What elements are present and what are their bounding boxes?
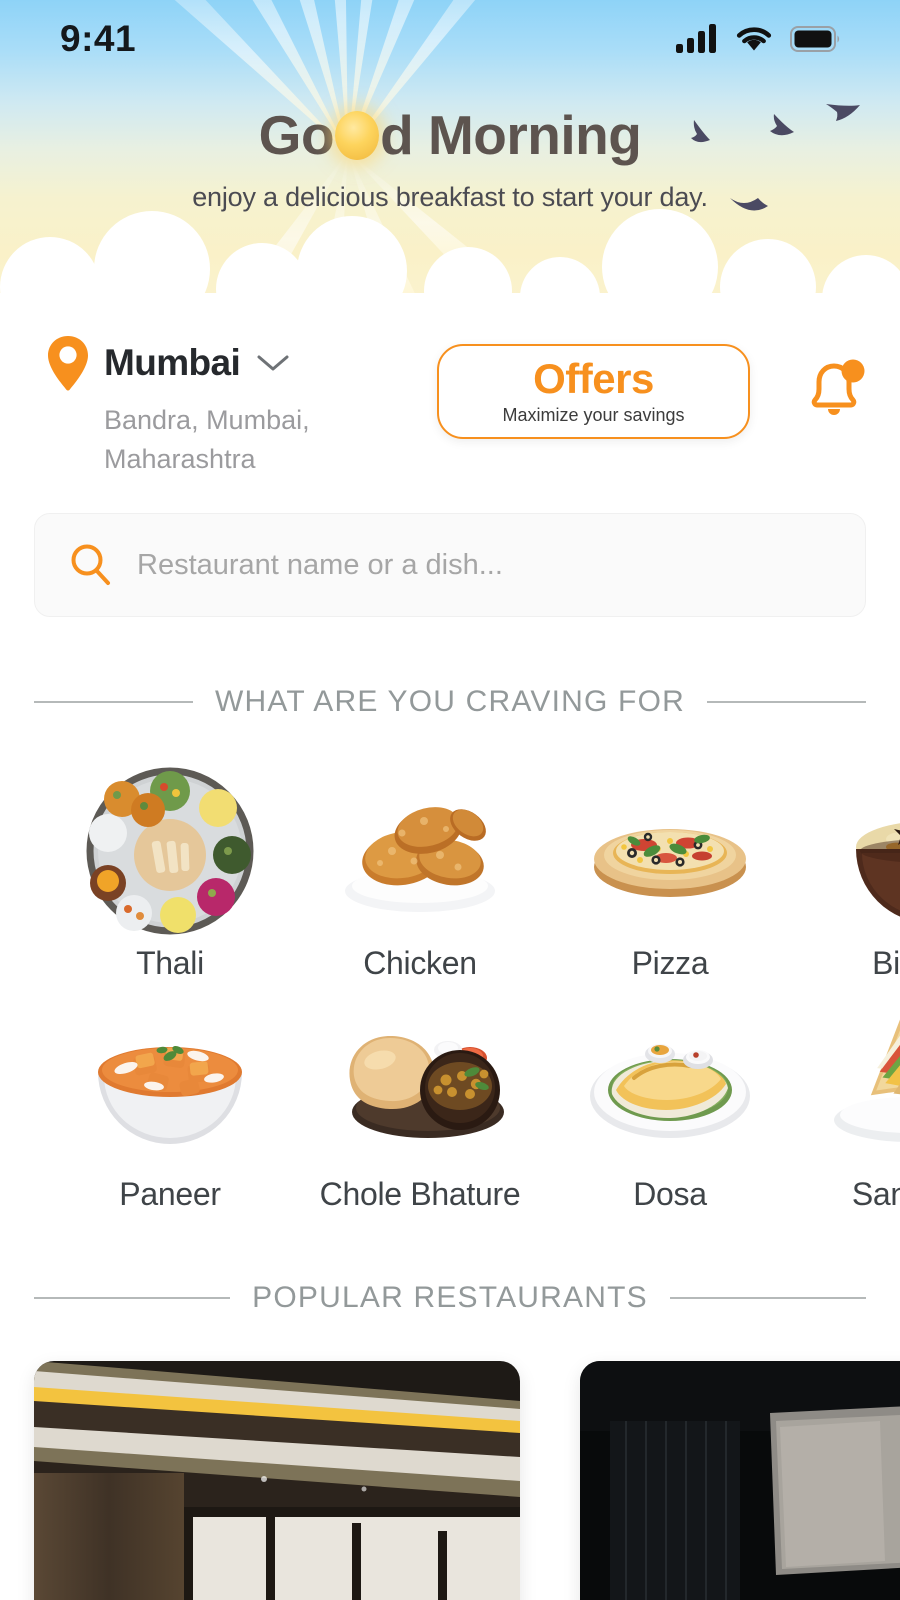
location-city-row[interactable]: Mumbai [46,334,434,392]
category-item-dosa[interactable]: Dosa [545,994,795,1213]
chevron-down-icon[interactable] [256,352,290,374]
notifications-button[interactable] [796,351,872,427]
location-offers-row: Mumbai Bandra, Mumbai, Maharashtra Offer… [0,334,900,479]
category-item-chole-bhature[interactable]: Chole Bhature [295,994,545,1213]
category-label: Pizza [631,945,709,982]
category-item-thali[interactable]: Thali [45,763,295,982]
status-bar: 9:41 [0,0,900,78]
divider-line-left [34,701,194,704]
paneer-curry-bowl-image [98,1046,242,1145]
category-label: Sandwich [851,1176,900,1213]
restaurant-card[interactable] [580,1361,900,1600]
category-label: Biryani [872,945,900,982]
popular-restaurants-list [0,1361,900,1600]
bell-icon [811,359,865,415]
offers-title: Offers [533,354,654,402]
craving-section-title: WHAT ARE YOU CRAVING FOR [215,685,685,719]
restaurant-interior-warm-lights-image [34,1361,520,1600]
greeting-text-after: d Morning [380,104,642,166]
map-pin-icon [48,336,88,391]
offers-button[interactable]: Offers Maximize your savings [437,344,750,439]
craving-section-header: WHAT ARE YOU CRAVING FOR [34,685,866,719]
status-icons [676,24,840,54]
category-label: Thali [136,945,204,982]
biryani-bowl-image [856,823,900,917]
category-item-biryani[interactable]: Biryani [795,763,900,982]
header-sky: 9:41 Go d Morning enjoy a delicious brea… [0,0,900,310]
category-label: Chicken [363,945,477,982]
divider-line-right [669,1297,866,1300]
location-address: Bandra, Mumbai, Maharashtra [104,405,310,475]
restaurant-card[interactable] [34,1361,520,1600]
search-placeholder: Restaurant name or a dish... [137,548,503,581]
divider-line-left [34,1297,231,1300]
greeting-title: Go d Morning [259,108,642,163]
popular-section-title: POPULAR RESTAURANTS [252,1281,648,1315]
popular-section-header: POPULAR RESTAURANTS [34,1281,866,1315]
category-label: Dosa [633,1176,707,1213]
category-label: Chole Bhature [319,1176,521,1213]
greeting-text-before: Go [258,104,335,166]
search-icon [71,544,110,586]
offers-subtitle: Maximize your savings [502,404,685,425]
location-selector[interactable]: Mumbai Bandra, Mumbai, Maharashtra [34,334,434,479]
wifi-icon [736,27,772,51]
app-screen: 9:41 Go d Morning enjoy a delicious brea… [0,0,900,1600]
cellular-signal-icon [676,24,716,53]
divider-line-right [706,701,866,704]
category-item-chicken[interactable]: Chicken [295,763,545,982]
status-time: 9:41 [60,18,137,59]
chole-bhature-image [349,1036,504,1139]
battery-full-icon [790,26,840,52]
category-item-pizza[interactable]: Pizza [545,763,795,982]
search-input[interactable]: Restaurant name or a dish... [34,513,866,618]
sun-icon [335,111,380,160]
pizza-image [594,829,746,898]
restaurant-interior-dark-image [580,1361,900,1600]
fried-chicken-image [345,807,495,913]
sandwich-image [834,1018,900,1143]
category-item-sandwich[interactable]: Sandwich [795,994,900,1213]
location-city-label: Mumbai [104,342,241,383]
dosa-plate-image [590,1044,750,1139]
birds-decoration [691,104,860,211]
thali-platter-image [86,767,254,935]
category-label: Paneer [119,1176,221,1213]
category-item-paneer[interactable]: Paneer [45,994,295,1213]
category-grid: Thali Chicken Pizza Bi Paneer Chole Bhat… [0,763,900,1213]
